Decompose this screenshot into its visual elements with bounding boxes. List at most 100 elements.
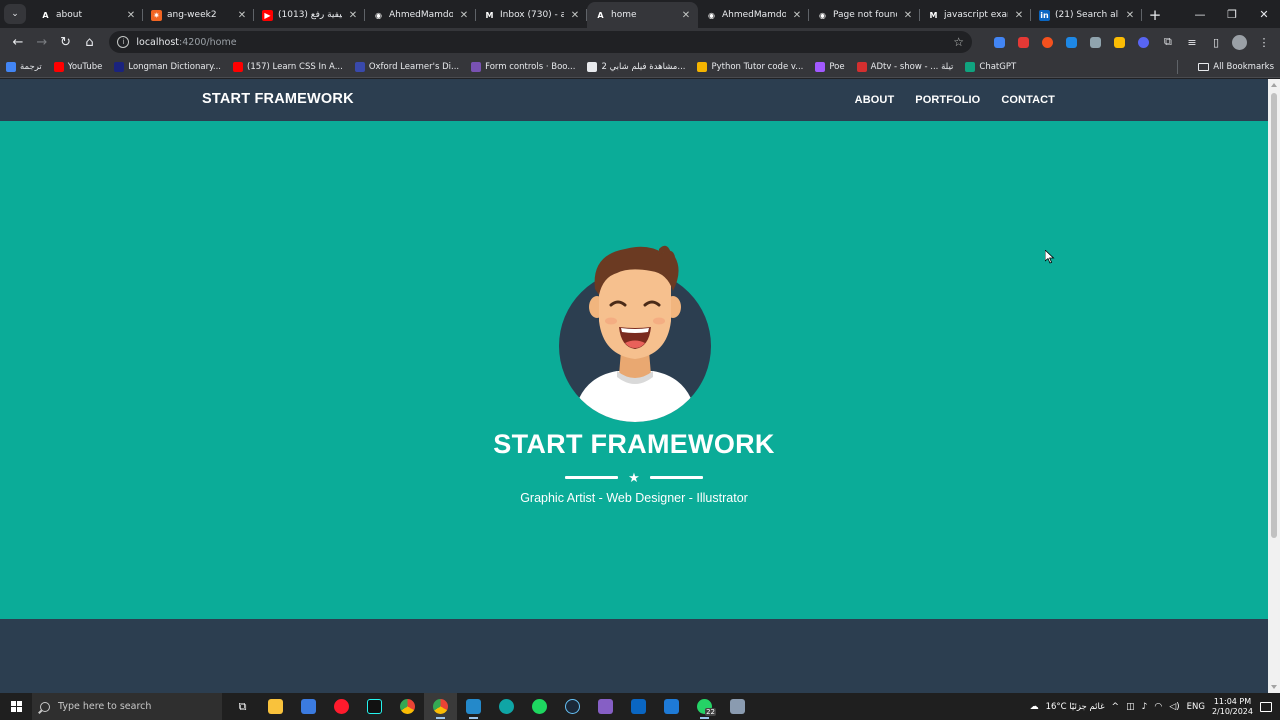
start-button[interactable] <box>0 693 32 720</box>
page-scrollbar[interactable] <box>1268 79 1280 693</box>
media-control-icon[interactable]: ≡ <box>1182 32 1202 52</box>
volume-icon[interactable]: ◁) <box>1169 702 1179 712</box>
bookmark-item[interactable]: (157) Learn CSS In A... <box>233 61 343 72</box>
bookmark-item[interactable]: Form controls · Boo... <box>471 61 575 72</box>
browser-tab[interactable]: ◉ AhmedMamdouh ✕ <box>365 2 476 28</box>
wifi-icon[interactable]: ◠ <box>1154 702 1162 712</box>
bookmark-label: ADtv - show - ... تيلة <box>870 61 954 72</box>
extension-record-icon[interactable] <box>1038 32 1058 52</box>
bookmark-item[interactable]: ChatGPT <box>965 61 1016 72</box>
task-view-button[interactable]: ⧉ <box>226 693 259 720</box>
site-nav-links: ABOUT PORTFOLIO CONTACT <box>855 94 1055 106</box>
more-menu-icon[interactable]: ⋮ <box>1254 32 1274 52</box>
language-indicator[interactable]: ENG <box>1187 702 1205 712</box>
bookmark-item[interactable]: Oxford Learner's Di... <box>354 61 459 72</box>
clock-time: 11:04 PM <box>1213 697 1252 707</box>
taskbar-whatsapp[interactable]: 22 <box>688 693 721 720</box>
site-brand-link[interactable]: START FRAMEWORK <box>202 91 354 107</box>
back-button[interactable]: ← <box>6 30 30 54</box>
browser-tab[interactable]: Mjavascript exam - ✕ <box>920 2 1031 28</box>
extensions-puzzle-icon[interactable]: ⧉ <box>1158 32 1178 52</box>
all-bookmarks-button[interactable]: All Bookmarks <box>1198 62 1274 72</box>
taskbar-search[interactable]: Type here to search <box>32 693 222 720</box>
taskbar-vscode[interactable] <box>457 693 490 720</box>
side-panel-icon[interactable]: ▯ <box>1206 32 1226 52</box>
taskbar-printer[interactable] <box>721 693 754 720</box>
tab-close-icon[interactable]: ✕ <box>236 10 248 21</box>
taskbar-tiktok[interactable] <box>358 693 391 720</box>
clock[interactable]: 11:04 PM 2/10/2024 <box>1212 697 1253 715</box>
bookmark-favicon-icon <box>815 61 826 72</box>
browser-tab[interactable]: ◉ AhmedMamdouh ✕ <box>698 2 809 28</box>
profile-avatar[interactable] <box>1230 32 1250 52</box>
tray-chevron-up-icon[interactable]: ^ <box>1112 702 1120 712</box>
minimize-button[interactable]: — <box>1184 0 1216 28</box>
extension-shield-icon[interactable] <box>1014 32 1034 52</box>
scroll-thumb[interactable] <box>1271 93 1277 538</box>
tab-close-icon[interactable]: ✕ <box>1013 10 1025 21</box>
notification-icon[interactable] <box>1260 701 1272 712</box>
extension-discord-icon[interactable] <box>1134 32 1154 52</box>
close-window-button[interactable]: ✕ <box>1248 0 1280 28</box>
bookmark-item[interactable]: ترجمة <box>6 61 42 72</box>
bookmark-item[interactable]: Longman Dictionary... <box>114 61 221 72</box>
network-icon[interactable]: ◫ <box>1126 702 1135 712</box>
bookmark-item[interactable]: YouTube <box>53 61 102 72</box>
tab-title: ang-week2 <box>167 10 217 20</box>
tab-close-icon[interactable]: ✕ <box>347 10 359 21</box>
site-info-icon[interactable]: i <box>117 36 130 48</box>
bookmark-star-icon[interactable]: ☆ <box>953 35 964 49</box>
tab-search-button[interactable]: ⌄ <box>4 4 26 24</box>
taskbar-linkedin[interactable] <box>622 693 655 720</box>
browser-tab[interactable]: ▶ (1013) كيفية رفع ... ✕ <box>254 2 365 28</box>
tab-close-icon[interactable]: ✕ <box>458 10 470 21</box>
taskbar-media-player[interactable] <box>655 693 688 720</box>
tab-favicon-icon: ✷ <box>151 9 162 21</box>
home-button[interactable]: ⌂ <box>78 30 102 54</box>
weather-text[interactable]: 16°C غائم جزئيًا <box>1046 702 1105 712</box>
taskbar-steam[interactable] <box>556 693 589 720</box>
avatar <box>559 245 711 422</box>
restore-button[interactable]: ❐ <box>1216 0 1248 28</box>
bookmark-item[interactable]: مشاهدة فيلم شابي 2... <box>587 61 685 72</box>
extension-translate-icon[interactable] <box>990 32 1010 52</box>
address-path: :4200/home <box>179 36 237 48</box>
scroll-up-icon[interactable] <box>1271 83 1277 87</box>
tab-close-icon[interactable]: ✕ <box>569 10 581 21</box>
microphone-icon[interactable]: ♪ <box>1142 702 1148 712</box>
browser-tab[interactable]: ◉ Page not found - ✕ <box>809 2 920 28</box>
taskbar-spotify[interactable] <box>523 693 556 720</box>
scroll-down-icon[interactable] <box>1271 685 1277 689</box>
extension-apps-icon[interactable] <box>1110 32 1130 52</box>
bookmark-item[interactable]: ADtv - show - ... تيلة <box>856 61 954 72</box>
tab-close-icon[interactable]: ✕ <box>680 10 692 21</box>
forward-button[interactable]: → <box>30 30 54 54</box>
bookmark-item[interactable]: Python Tutor code v... <box>697 61 803 72</box>
nav-link-portfolio[interactable]: PORTFOLIO <box>915 94 980 106</box>
taskbar-store[interactable] <box>292 693 325 720</box>
extension-bookmark-icon[interactable] <box>1086 32 1106 52</box>
browser-tab[interactable]: ✷ ang-week2 ✕ <box>143 2 254 28</box>
browser-tab[interactable]: Ahome ✕ <box>587 2 698 28</box>
taskbar-opera[interactable] <box>325 693 358 720</box>
reload-button[interactable]: ↻ <box>54 30 78 54</box>
tab-close-icon[interactable]: ✕ <box>1124 10 1136 21</box>
nav-link-contact[interactable]: CONTACT <box>1001 94 1055 106</box>
store-icon <box>301 699 316 714</box>
browser-tab[interactable]: M Inbox (730) - ahm ✕ <box>476 2 587 28</box>
taskbar-chrome-active[interactable] <box>424 693 457 720</box>
browser-tab[interactable]: in (21) Search all Jo ✕ <box>1031 2 1142 28</box>
tab-close-icon[interactable]: ✕ <box>125 10 137 21</box>
taskbar-edge[interactable] <box>490 693 523 720</box>
bookmark-item[interactable]: Poe <box>815 61 845 72</box>
taskbar-file-explorer[interactable] <box>259 693 292 720</box>
taskbar-visual-studio[interactable] <box>589 693 622 720</box>
browser-tab[interactable]: Aabout ✕ <box>32 2 143 28</box>
address-bar[interactable]: i localhost:4200/home ☆ <box>109 31 972 53</box>
taskbar-chrome[interactable] <box>391 693 424 720</box>
new-tab-button[interactable]: + <box>1142 2 1168 28</box>
extension-download-icon[interactable] <box>1062 32 1082 52</box>
nav-link-about[interactable]: ABOUT <box>855 94 895 106</box>
tab-close-icon[interactable]: ✕ <box>791 10 803 21</box>
tab-close-icon[interactable]: ✕ <box>902 10 914 21</box>
